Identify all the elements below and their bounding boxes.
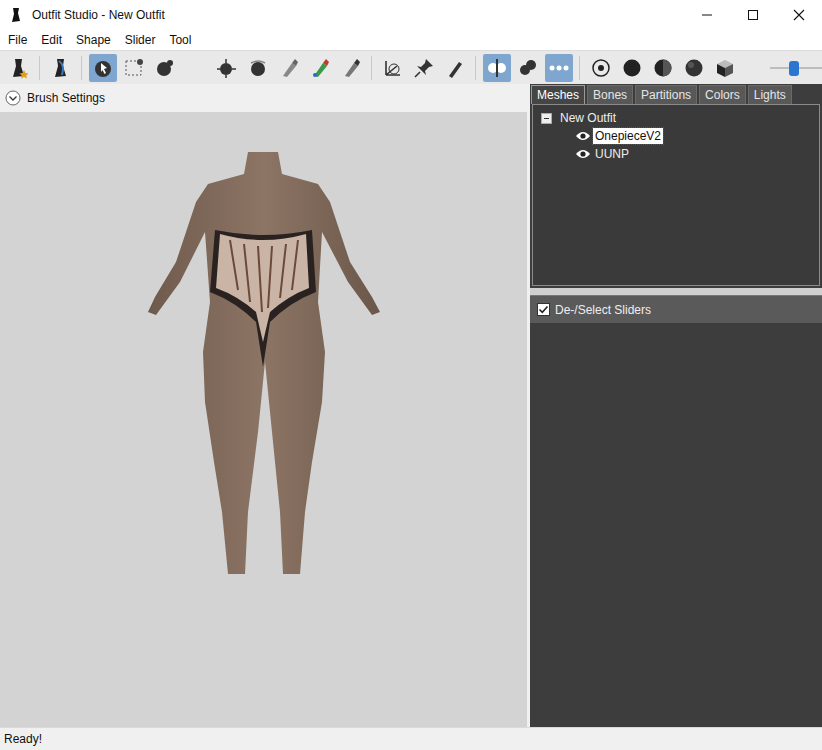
sliders-header-label: De-/Select Sliders [555,303,651,317]
window-title: Outfit Studio - New Outfit [32,8,684,22]
eye-icon[interactable] [575,148,591,160]
menu-item[interactable]: Tool [162,33,198,47]
connected-icon [517,57,539,79]
title-bar: Outfit Studio - New Outfit [0,0,822,30]
pin-icon [413,57,435,79]
sliders-header: De-/Select Sliders [530,295,822,323]
outfit-studio-window: Outfit Studio - New Outfit FileEditShape… [0,0,822,750]
cube-icon [714,57,736,79]
tool-button[interactable] [244,54,272,82]
lognew-icon [8,57,30,79]
half-icon [652,57,674,79]
brush-size-slider[interactable] [770,58,822,78]
tool-button[interactable] [120,54,148,82]
menu-item[interactable]: Slider [118,33,163,47]
move-icon [216,57,238,79]
3d-viewport[interactable] [0,112,527,727]
tool-button[interactable] [483,54,511,82]
tree-root[interactable]: New Outfit [533,109,819,127]
undiff-icon [278,57,300,79]
brush-settings-label: Brush Settings [27,91,105,105]
mesh-tree: New Outfit OnepieceV2 UUNP [532,104,820,286]
toolbar [0,50,822,84]
ring-icon [590,57,612,79]
shaded-icon [683,57,705,79]
check-icon [538,304,549,315]
xray-icon [548,57,570,79]
tool-button[interactable] [337,54,365,82]
tool-button[interactable] [514,54,542,82]
tab[interactable]: Partitions [635,85,697,104]
menu-item[interactable]: File [1,33,34,47]
menu-item[interactable]: Shape [69,33,118,47]
tab[interactable]: Meshes [531,85,585,104]
tool-button[interactable] [587,54,615,82]
tool-button[interactable] [379,54,407,82]
select-icon [92,57,114,79]
tool-button[interactable] [213,54,241,82]
maximize-icon [747,9,759,21]
slider-list [530,323,822,727]
tool-button[interactable] [410,54,438,82]
pencil-icon [444,57,466,79]
mirror-icon [486,57,508,79]
mask-icon [123,57,145,79]
tool-button[interactable] [618,54,646,82]
expander-icon[interactable] [541,113,552,124]
status-bar: Ready! [0,727,822,750]
status-text: Ready! [4,732,42,746]
toolbar-separator [475,56,476,80]
tool-button[interactable] [5,54,33,82]
tree-root-label: New Outfit [560,111,616,125]
color-icon [309,57,331,79]
tool-button[interactable] [47,54,75,82]
select-all-checkbox[interactable] [537,303,550,316]
tool-button[interactable] [306,54,334,82]
app-logo-icon [8,7,24,23]
logo-icon [50,57,72,79]
tool-button[interactable] [441,54,469,82]
tree-item-label: UUNP [593,146,631,162]
tab[interactable]: Bones [587,85,633,104]
toolbar-separator [579,56,580,80]
slider-thumb[interactable] [789,61,799,76]
tree-item[interactable]: UUNP [533,145,819,163]
tool-button[interactable] [151,54,179,82]
tool-button[interactable] [545,54,573,82]
minimize-icon [701,9,713,21]
tool-button[interactable] [711,54,739,82]
eye-icon[interactable] [575,130,591,142]
toolbar-separator [371,56,372,80]
chevron-circle-icon [5,90,21,106]
alpha-icon [340,57,362,79]
tree-item[interactable]: OnepieceV2 [533,127,819,145]
tool-button[interactable] [649,54,677,82]
deflate-icon [185,57,207,79]
tree-item-label: OnepieceV2 [593,128,663,144]
menu-item[interactable]: Edit [34,33,69,47]
tool-button[interactable] [680,54,708,82]
inflate-icon [154,57,176,79]
tool-button[interactable] [89,54,117,82]
minimize-button[interactable] [684,0,730,30]
side-panel: MeshesBonesPartitionsColorsLights New Ou… [530,84,822,727]
tool-button[interactable] [275,54,303,82]
maximize-button[interactable] [730,0,776,30]
panel-splitter[interactable] [530,288,822,295]
tab[interactable]: Lights [748,85,792,104]
body-model-icon[interactable] [0,112,527,726]
tab-bar: MeshesBonesPartitionsColorsLights [530,84,822,104]
tab[interactable]: Colors [699,85,746,104]
solid-icon [621,57,643,79]
toolbar-separator [39,56,40,80]
smooth-icon [247,57,269,79]
tool-button[interactable] [182,54,210,82]
menu-bar: FileEditShapeSliderTool [0,30,822,50]
close-icon [793,9,805,21]
viewport-panel: Brush Settings [0,84,527,727]
close-button[interactable] [776,0,822,30]
transform-icon [382,57,404,79]
brush-settings-toggle[interactable]: Brush Settings [0,84,527,112]
toolbar-separator [81,56,82,80]
